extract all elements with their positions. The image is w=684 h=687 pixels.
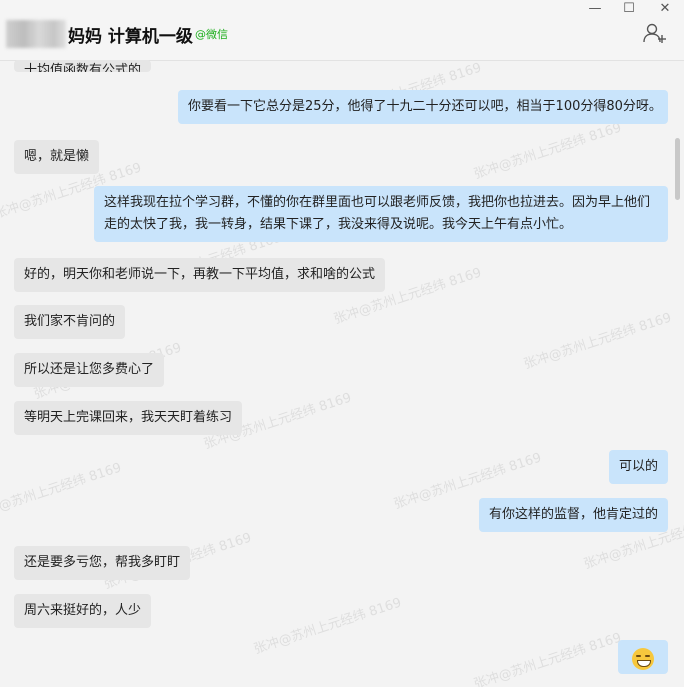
chat-message: 周六来挺好的，人少 <box>14 594 152 628</box>
chat-message: 所以还是让您多费心了 <box>14 353 165 387</box>
chat-message-area[interactable]: 张冲@苏州上元经纬 8169 张冲@苏州上元经纬 8169 张冲@苏州上元经纬 … <box>0 60 684 687</box>
watermark: 张冲@苏州上元经纬 8169 <box>252 595 404 658</box>
title-bar: 妈妈 计算机一级 @微信 — ☐ ✕ <box>0 0 684 61</box>
scrollbar[interactable] <box>675 138 680 200</box>
minimize-button[interactable]: — <box>580 0 610 16</box>
chat-message: 还是要多亏您，帮我多盯盯 <box>14 546 191 580</box>
chat-message: 可以的 <box>609 450 669 484</box>
add-member-icon[interactable] <box>642 22 668 44</box>
maximize-button[interactable]: ☐ <box>614 0 644 16</box>
chat-message: 嗯，就是懒 <box>14 140 100 174</box>
watermark: 张冲@苏州上元经纬 8169 <box>472 630 624 687</box>
chat-title: 妈妈 计算机一级 <box>68 27 193 47</box>
watermark: 张冲@苏州上元经纬 8169 <box>0 460 124 523</box>
watermark: 张冲@苏州上元经纬 8169 <box>472 120 624 183</box>
chat-message: 十均值函数有公式的 <box>14 60 152 72</box>
chat-message: 好的，明天你和老师说一下，再教一下平均值，求和啥的公式 <box>14 258 386 292</box>
chat-message: 这样我现在拉个学习群，不懂的你在群里面也可以跟老师反馈，我把你也拉进去。因为早上… <box>94 186 668 242</box>
wechat-source-tag: @微信 <box>195 28 228 41</box>
chat-message <box>618 640 668 674</box>
close-button[interactable]: ✕ <box>650 0 680 16</box>
watermark: 张冲@苏州上元经纬 8169 <box>522 310 674 373</box>
chat-message: 等明天上完课回来，我天天盯着练习 <box>14 401 243 435</box>
chat-message: 我们家不肯问的 <box>14 305 126 339</box>
chat-message: 有你这样的监督，他肯定过的 <box>479 498 669 532</box>
blurred-contact-name <box>6 20 66 48</box>
grin-sweat-emoji-icon <box>632 648 654 670</box>
chat-message: 你要看一下它总分是25分，他得了十九二十分还可以吧，相当于100分得80分呀。 <box>178 90 668 124</box>
